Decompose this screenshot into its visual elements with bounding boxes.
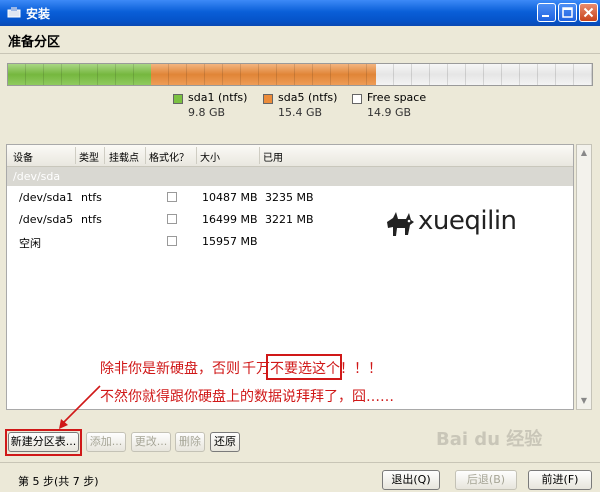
minimize-icon — [542, 15, 549, 17]
divider — [0, 53, 600, 54]
watermark-text: xueqilin — [418, 206, 517, 236]
row-device: 空闲 — [19, 237, 41, 250]
delete-button[interactable]: 删除 — [175, 432, 205, 452]
partition-segment-1 — [8, 64, 151, 85]
close-button[interactable] — [579, 3, 598, 22]
format-checkbox[interactable] — [167, 236, 177, 246]
legend-size-sda1: 9.8 GB — [188, 106, 226, 119]
arrow-annotation-icon — [59, 385, 101, 429]
scroll-up-icon[interactable]: ▲ — [578, 146, 590, 160]
col-header-size[interactable]: 大小 — [200, 149, 220, 164]
warning-text-a: 除非你是新硬盘，否则 — [100, 361, 240, 377]
legend-swatch-sda1 — [173, 94, 183, 104]
dog-logo-icon — [387, 212, 414, 236]
row-device: /dev/sda5 — [19, 213, 74, 226]
back-button[interactable]: 后退(B) — [455, 470, 517, 490]
col-header-mount[interactable]: 挂载点 — [109, 149, 139, 164]
row-used: 3221 MB — [265, 213, 314, 226]
format-checkbox[interactable] — [167, 192, 177, 202]
col-header-device[interactable]: 设备 — [13, 149, 33, 164]
partition-segment-3 — [376, 64, 592, 85]
table-scrollbar[interactable]: ▲ ▼ — [576, 144, 592, 410]
quit-button[interactable]: 退出(Q) — [382, 470, 440, 490]
revert-button[interactable]: 还原 — [210, 432, 240, 452]
partition-bar — [7, 63, 593, 86]
change-button[interactable]: 更改... — [131, 432, 171, 452]
maximize-icon — [562, 7, 573, 18]
legend-swatch-free — [352, 94, 362, 104]
warning-line-2: 不然你就得跟你硬盘上的数据说拜拜了，囧…… — [100, 389, 394, 405]
minimize-button[interactable] — [537, 3, 556, 22]
legend-label-free: Free space — [367, 91, 427, 104]
row-size: 16499 MB — [202, 213, 258, 226]
legend-label-sda1: sda1 (ntfs) — [188, 91, 248, 104]
disk-group-row[interactable]: /dev/sda — [7, 167, 573, 186]
col-header-used[interactable]: 已用 — [263, 149, 283, 164]
col-header-type[interactable]: 类型 — [79, 149, 99, 164]
baidu-watermark: Bai du 经验 — [436, 429, 543, 450]
partition-segment-2 — [151, 64, 376, 85]
row-size: 10487 MB — [202, 191, 258, 204]
legend-swatch-sda5 — [263, 94, 273, 104]
col-header-format[interactable]: 格式化？ — [149, 149, 189, 164]
maximize-button[interactable] — [558, 3, 577, 22]
column-divider — [104, 147, 105, 164]
installer-icon — [7, 7, 21, 18]
new-partition-table-button[interactable]: 新建分区表... — [8, 432, 79, 452]
row-type: ntfs — [81, 191, 102, 204]
close-icon — [583, 7, 594, 18]
table-header: 设备 类型 挂载点 格式化？ 大小 已用 — [7, 145, 573, 167]
add-button[interactable]: 添加... — [86, 432, 126, 452]
legend-size-sda5: 15.4 GB — [278, 106, 323, 119]
scroll-down-icon[interactable]: ▼ — [578, 394, 590, 408]
title-bar: 安装 — [0, 0, 600, 26]
column-divider — [259, 147, 260, 164]
forward-button[interactable]: 前进(F) — [528, 470, 592, 490]
disk-name: /dev/sda — [13, 170, 61, 183]
divider — [0, 462, 600, 463]
legend-label-sda5: sda5 (ntfs) — [278, 91, 338, 104]
format-checkbox[interactable] — [167, 214, 177, 224]
row-device: /dev/sda1 — [19, 191, 74, 204]
column-divider — [75, 147, 76, 164]
row-type: ntfs — [81, 213, 102, 226]
row-used: 3235 MB — [265, 191, 314, 204]
step-indicator: 第 5 步(共 7 步) — [18, 475, 99, 488]
legend-size-free: 14.9 GB — [367, 106, 412, 119]
column-divider — [196, 147, 197, 164]
column-divider — [145, 147, 146, 164]
window-title: 安装 — [26, 7, 51, 21]
page-title: 准备分区 — [8, 35, 61, 50]
highlight-box — [266, 354, 342, 380]
row-size: 15957 MB — [202, 235, 258, 248]
